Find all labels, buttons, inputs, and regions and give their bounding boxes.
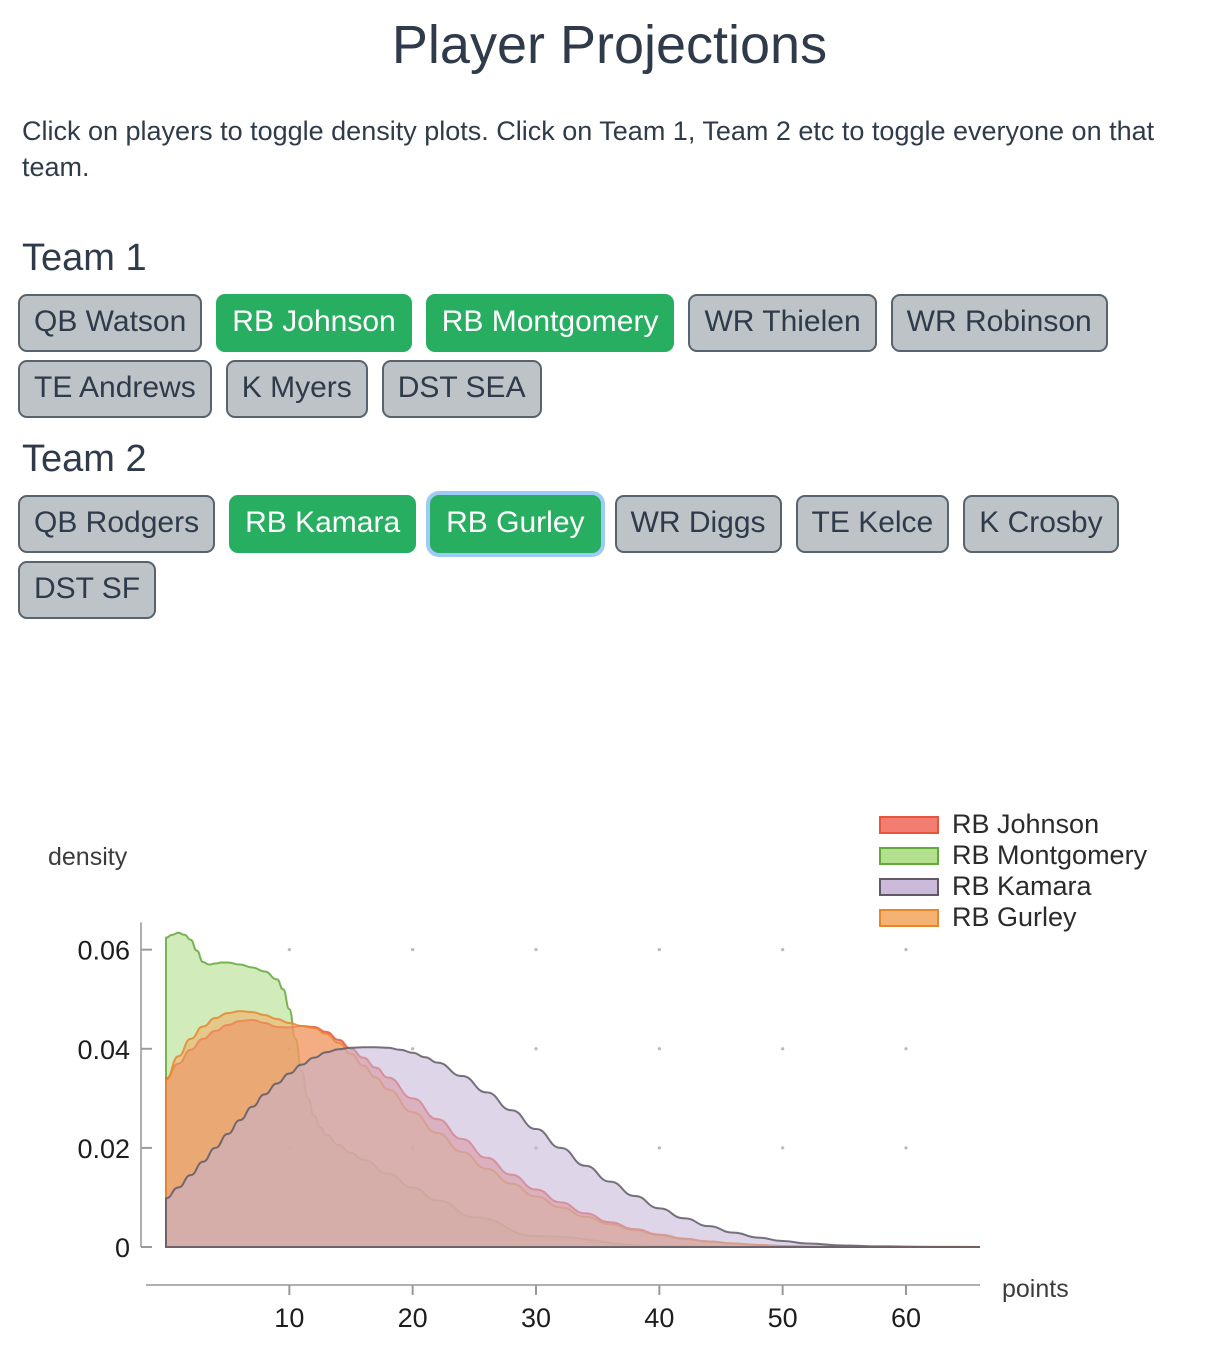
grid-dot xyxy=(657,948,661,952)
player-chip-qb-rodgers[interactable]: QB Rodgers xyxy=(18,495,216,554)
grid-dot xyxy=(287,948,291,952)
grid-dot xyxy=(781,1146,785,1150)
legend-label-rb-montgomery[interactable]: RB Montgomery xyxy=(952,840,1148,870)
legend-label-rb-johnson[interactable]: RB Johnson xyxy=(952,809,1099,839)
team-1-player-list: QB Watson RB Johnson RB Montgomery WR Thiel… xyxy=(0,280,1218,419)
grid-dot xyxy=(411,1047,415,1051)
player-chip-te-kelce[interactable]: TE Kelce xyxy=(795,495,950,554)
player-chip-rb-kamara[interactable]: RB Kamara xyxy=(229,495,417,554)
x-tick-label: 60 xyxy=(891,1303,921,1333)
player-chip-rb-johnson[interactable]: RB Johnson xyxy=(216,294,412,353)
grid-dot xyxy=(904,1146,908,1150)
y-axis-title: density xyxy=(48,843,128,871)
density-chart-svg: 0 0.02 0.04 0.06 density 10 20 30 40 50 60 points RB… xyxy=(48,809,1148,1333)
team-2-player-list: QB Rodgers RB Kamara RB Gurley WR Diggs TE K… xyxy=(0,481,1218,620)
grid-dot xyxy=(657,1146,661,1150)
grid-dot xyxy=(657,1047,661,1051)
player-chip-dst-sea[interactable]: DST SEA xyxy=(381,360,542,419)
x-tick-label: 40 xyxy=(644,1303,674,1333)
series-area-rb-kamara xyxy=(165,1046,981,1248)
grid-dot xyxy=(904,1047,908,1051)
legend-swatch-rb-gurley[interactable] xyxy=(879,909,939,927)
y-tick-label: 0 xyxy=(115,1233,130,1263)
page-title: Player Projections xyxy=(391,15,828,75)
x-axis-title: points xyxy=(1002,1275,1069,1303)
grid-dot xyxy=(411,948,415,952)
legend-label-rb-gurley[interactable]: RB Gurley xyxy=(952,902,1077,932)
player-chip-wr-diggs[interactable]: WR Diggs xyxy=(614,495,782,554)
grid-dot xyxy=(781,1047,785,1051)
density-chart: 0 0.02 0.04 0.06 density 10 20 30 40 50 60 points RB… xyxy=(0,795,1219,1355)
player-chip-qb-watson[interactable]: QB Watson xyxy=(18,294,203,353)
x-tick-label: 50 xyxy=(768,1303,798,1333)
player-chip-k-crosby[interactable]: K Crosby xyxy=(963,495,1119,554)
legend-swatch-rb-kamara[interactable] xyxy=(879,878,939,896)
x-tick-label: 10 xyxy=(274,1303,304,1333)
team-1-heading[interactable]: Team 1 xyxy=(0,185,1219,280)
team-2-heading[interactable]: Team 2 xyxy=(0,418,1219,481)
x-tick-label: 30 xyxy=(521,1303,551,1333)
instructions-text: Click on players to toggle density plots… xyxy=(22,116,1155,182)
player-chip-k-myers[interactable]: K Myers xyxy=(225,360,368,419)
y-tick-label: 0.02 xyxy=(77,1134,130,1164)
grid-dot xyxy=(781,948,785,952)
legend-swatch-rb-montgomery[interactable] xyxy=(879,847,939,865)
grid-dot xyxy=(534,1047,538,1051)
grid-dot xyxy=(904,948,908,952)
y-tick-label: 0.04 xyxy=(77,1035,130,1065)
player-chip-wr-thielen[interactable]: WR Thielen xyxy=(688,294,877,353)
player-chip-rb-gurley[interactable]: RB Gurley xyxy=(430,495,601,554)
player-chip-wr-robinson[interactable]: WR Robinson xyxy=(890,294,1108,353)
y-tick-label: 0.06 xyxy=(77,936,130,966)
player-chip-dst-sf[interactable]: DST SF xyxy=(18,561,157,620)
player-chip-te-andrews[interactable]: TE Andrews xyxy=(18,360,212,419)
legend-label-rb-kamara[interactable]: RB Kamara xyxy=(952,871,1093,901)
legend-swatch-rb-johnson[interactable] xyxy=(879,816,939,834)
player-chip-rb-montgomery[interactable]: RB Montgomery xyxy=(425,294,675,353)
x-tick-label: 20 xyxy=(398,1303,428,1333)
grid-dot xyxy=(534,948,538,952)
